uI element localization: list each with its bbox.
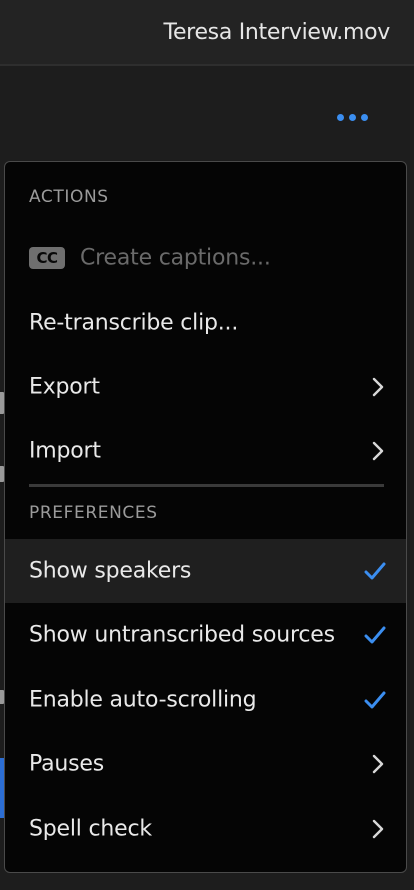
dot-icon: [336, 113, 344, 121]
menu-item-label: Show untranscribed sources: [29, 622, 335, 648]
dot-icon: [360, 113, 368, 121]
section-header-actions: ACTIONS: [29, 187, 109, 207]
menu-item-create-captions: CC Create captions...: [5, 226, 406, 290]
menu-item-label: Create captions...: [80, 245, 271, 271]
menu-item-label: Import: [29, 438, 101, 464]
menu-item-spell-check[interactable]: Spell check: [5, 797, 406, 861]
menu-item-enable-auto-scrolling[interactable]: Enable auto-scrolling: [5, 668, 406, 732]
options-menu: ACTIONS CC Create captions... Re-transcr…: [4, 161, 407, 873]
checkmark-icon: [364, 691, 386, 709]
checkmark-icon: [364, 626, 386, 644]
menu-item-label: Pauses: [29, 751, 104, 777]
section-header-preferences: PREFERENCES: [29, 503, 158, 523]
menu-item-import[interactable]: Import: [5, 419, 406, 483]
closed-captions-icon: CC: [29, 247, 65, 269]
chevron-right-icon: [372, 819, 384, 839]
menu-item-show-untranscribed-sources[interactable]: Show untranscribed sources: [5, 603, 406, 667]
menu-item-retranscribe[interactable]: Re-transcribe clip...: [5, 291, 406, 355]
menu-divider: [29, 484, 384, 487]
chevron-right-icon: [372, 441, 384, 461]
chevron-right-icon: [372, 754, 384, 774]
menu-item-label: Show speakers: [29, 558, 192, 584]
file-title: Teresa Interview.mov: [163, 20, 391, 45]
title-bar: Teresa Interview.mov: [0, 0, 414, 66]
menu-item-pauses[interactable]: Pauses: [5, 732, 406, 796]
transcript-panel: Teresa Interview.mov ACTIONS CC Create c…: [0, 0, 414, 890]
dot-icon: [348, 113, 356, 121]
chevron-right-icon: [372, 377, 384, 397]
menu-item-label: Export: [29, 374, 100, 400]
checkmark-icon: [364, 562, 386, 580]
menu-item-export[interactable]: Export: [5, 355, 406, 419]
more-options-button[interactable]: [334, 110, 370, 124]
menu-item-label: Re-transcribe clip...: [29, 310, 239, 336]
menu-item-label: Spell check: [29, 816, 152, 842]
menu-item-label: Enable auto-scrolling: [29, 687, 257, 713]
menu-item-show-speakers[interactable]: Show speakers: [5, 539, 406, 603]
